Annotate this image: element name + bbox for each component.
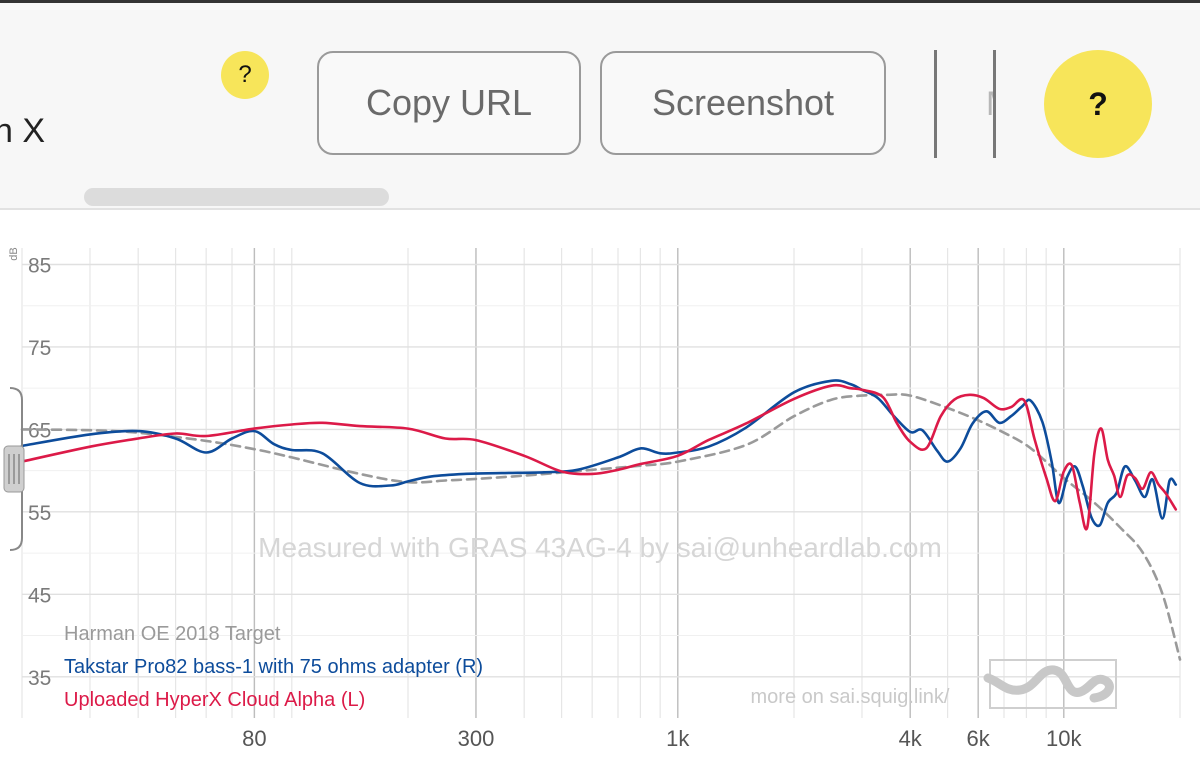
top-border [0,0,1200,3]
squig-link-text[interactable]: more on sai.squig.link/ [751,686,950,708]
squiglink-logo[interactable] [983,659,1117,709]
legend-entry-hyperx[interactable]: Uploaded HyperX Cloud Alpha (L) [64,684,483,717]
screenshot-button[interactable]: Screenshot [600,51,886,155]
y-axis-label: dB [8,247,20,260]
series-line-takstar [20,379,1178,528]
horizontal-scrollbar[interactable] [84,188,389,206]
toolbar-divider-left [934,50,937,158]
watermark: Measured with GRAS 43AG-4 by sai@unheard… [258,532,942,563]
y-tick-label: 55 [28,502,51,525]
y-tick-label: 75 [28,337,51,360]
x-tick-label: 10k [1046,726,1082,751]
x-tick-label: 6k [967,726,991,751]
toolbar: n X ? Copy URL Screenshot M ? [0,0,1200,210]
legend-entry-takstar[interactable]: Takstar Pro82 bass-1 with 75 ohms adapte… [64,651,483,684]
help-small-button[interactable]: ? [221,51,269,99]
y-tick-label: 85 [28,254,51,277]
y-tick-label: 65 [28,419,51,442]
copy-url-button[interactable]: Copy URL [317,51,581,155]
cut-off-button[interactable]: M [940,50,994,158]
legend-entry-target[interactable]: Harman OE 2018 Target [64,618,483,651]
x-tick-label: 300 [458,726,495,751]
legend: Harman OE 2018 Target Takstar Pro82 bass… [64,618,483,717]
x-tick-label: 4k [899,726,923,751]
toolbar-divider-right [993,50,996,158]
series-line-hyperx [20,383,1178,531]
y-scale-handle[interactable] [3,387,25,551]
x-tick-label: 1k [666,726,690,751]
page-title-fragment: n X [0,112,46,150]
x-tick-label: 80 [242,726,266,751]
y-tick-label: 35 [28,667,51,690]
x-tick-labels: 80 300 1k 4k 6k 10k [242,726,1082,751]
y-tick-label: 45 [28,584,51,607]
help-big-button[interactable]: ? [1044,50,1152,158]
y-tick-labels: 85 75 65 55 45 35 [28,254,51,689]
squiggle-logo-icon [983,665,1114,703]
